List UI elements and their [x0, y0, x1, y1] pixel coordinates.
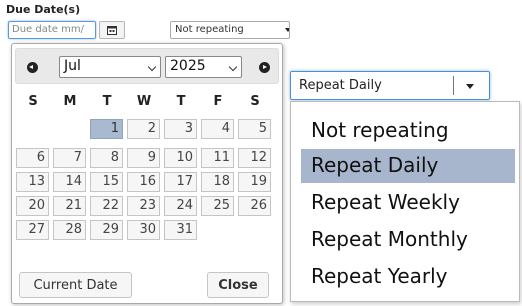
- weekday-header: W: [136, 94, 152, 109]
- repeat-option-weekly[interactable]: Repeat Weekly: [301, 186, 515, 220]
- calendar-icon: [107, 26, 117, 35]
- calendar-button[interactable]: [99, 21, 125, 39]
- weekday-header: F: [213, 94, 223, 109]
- next-month-button[interactable]: [257, 60, 271, 74]
- year-select[interactable]: 2025: [165, 56, 242, 78]
- repeat-select-small[interactable]: Not repeating: [170, 21, 290, 39]
- calendar-day[interactable]: 18: [201, 172, 234, 192]
- calendar-day[interactable]: 19: [238, 172, 271, 192]
- weekday-header: S: [250, 94, 260, 109]
- calendar-day[interactable]: 8: [90, 148, 123, 168]
- repeat-select-value: Repeat Daily: [299, 78, 382, 93]
- weekday-header: M: [63, 94, 77, 109]
- calendar-day[interactable]: 30: [127, 220, 160, 240]
- chevron-down-icon: [147, 62, 157, 72]
- calendar-day[interactable]: 3: [164, 119, 197, 139]
- calendar-day[interactable]: 10: [164, 148, 197, 168]
- select-divider: [453, 76, 454, 95]
- prev-month-button[interactable]: [25, 60, 39, 74]
- due-dates-label: Due Date(s): [6, 3, 81, 16]
- calendar-day[interactable]: 9: [127, 148, 160, 168]
- datepicker: Jul 2025 S M T W T F S 1 2 3 4 5 6 7 8 9 10 11 12 13…: [11, 43, 283, 304]
- calendar-day[interactable]: 6: [16, 148, 49, 168]
- calendar-day[interactable]: 17: [164, 172, 197, 192]
- year-select-value: 2025: [170, 58, 206, 74]
- calendar-day[interactable]: 13: [16, 172, 49, 192]
- caret-down-icon: [466, 84, 474, 89]
- repeat-select[interactable]: Repeat Daily: [290, 71, 490, 100]
- close-button[interactable]: Close: [207, 272, 269, 298]
- repeat-option-not-repeating[interactable]: Not repeating: [301, 114, 515, 148]
- weekday-header: T: [102, 94, 112, 109]
- caret-down-icon: [285, 28, 289, 32]
- calendar-day[interactable]: 28: [53, 220, 86, 240]
- weekday-header: S: [28, 94, 38, 109]
- calendar-day[interactable]: 12: [238, 148, 271, 168]
- calendar-day[interactable]: 29: [90, 220, 123, 240]
- repeat-select-small-value: Not repeating: [175, 24, 244, 35]
- calendar-day[interactable]: 11: [201, 148, 234, 168]
- calendar-day[interactable]: 4: [201, 119, 234, 139]
- due-date-input[interactable]: Due date mm/: [8, 21, 96, 39]
- calendar-day[interactable]: 25: [201, 196, 234, 216]
- calendar-day[interactable]: 16: [127, 172, 160, 192]
- calendar-day[interactable]: 27: [16, 220, 49, 240]
- calendar-day[interactable]: 2: [127, 119, 160, 139]
- calendar-day[interactable]: 23: [127, 196, 160, 216]
- calendar-day[interactable]: 7: [53, 148, 86, 168]
- calendar-day[interactable]: 14: [53, 172, 86, 192]
- current-date-button[interactable]: Current Date: [19, 272, 132, 298]
- repeat-option-daily[interactable]: Repeat Daily: [301, 149, 515, 183]
- month-select[interactable]: Jul: [59, 56, 161, 78]
- repeat-option-monthly[interactable]: Repeat Monthly: [301, 223, 515, 257]
- chevron-down-icon: [228, 62, 238, 72]
- circle-triangle-left-icon: [26, 61, 38, 73]
- weekday-header: T: [176, 94, 186, 109]
- datepicker-header: Jul 2025: [15, 48, 279, 84]
- repeat-option-yearly[interactable]: Repeat Yearly: [301, 260, 515, 294]
- repeat-options-list: Not repeating Repeat Daily Repeat Weekly…: [290, 101, 520, 302]
- circle-triangle-right-icon: [258, 61, 270, 73]
- calendar-day[interactable]: 26: [238, 196, 271, 216]
- calendar-day[interactable]: 31: [164, 220, 197, 240]
- calendar-day[interactable]: 5: [238, 119, 271, 139]
- calendar-day[interactable]: 22: [90, 196, 123, 216]
- month-select-value: Jul: [64, 58, 81, 74]
- calendar-day[interactable]: 1: [90, 119, 123, 139]
- calendar-day[interactable]: 24: [164, 196, 197, 216]
- calendar-day[interactable]: 21: [53, 196, 86, 216]
- calendar-day[interactable]: 15: [90, 172, 123, 192]
- calendar-day[interactable]: 20: [16, 196, 49, 216]
